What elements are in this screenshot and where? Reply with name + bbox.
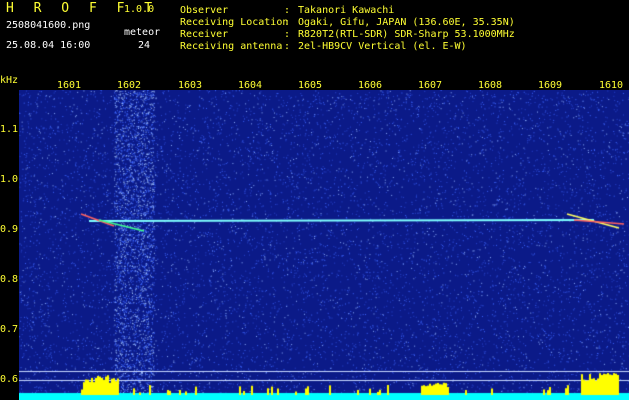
meteor-label: meteor (124, 27, 161, 38)
y-axis-unit: kHz (0, 75, 19, 86)
info-colon: : (284, 41, 291, 52)
y-tick-label: 0.8 (0, 274, 19, 285)
y-tick-label: 1.0 (0, 174, 19, 185)
spectrogram-waterfall (19, 90, 629, 400)
y-tick-label: 0.9 (0, 224, 19, 235)
info-key-receiver: Receiver (180, 29, 229, 40)
info-value-location: Ogaki, Gifu, JAPAN (136.60E, 35.35N) (298, 17, 515, 28)
spectrogram-canvas (19, 90, 629, 400)
y-tick-label: 0.7 (0, 324, 19, 335)
app-version: 1.0.0 (124, 4, 155, 15)
info-key-location: Receiving Location (180, 17, 289, 28)
y-tick-label: 1.1 (0, 124, 19, 135)
info-value-observer: Takanori Kawachi (298, 5, 395, 16)
y-tick-label: 0.6 (0, 374, 19, 385)
header-panel: H R O F F T 1.0.0 2508041600.png meteor … (0, 0, 629, 72)
datetime: 25.08.04 16:00 (6, 40, 91, 51)
info-key-observer: Observer (180, 5, 229, 16)
info-colon: : (284, 17, 291, 28)
filename: 2508041600.png (6, 20, 91, 31)
info-value-receiver: R820T2(RTL-SDR) SDR-Sharp 53.1000MHz (298, 29, 515, 40)
info-colon: : (284, 29, 291, 40)
info-colon: : (284, 5, 291, 16)
info-value-antenna: 2el-HB9CV Vertical (el. E-W) (298, 41, 467, 52)
meteor-count: 24 (138, 40, 151, 51)
info-key-antenna: Receiving antenna (180, 41, 283, 52)
